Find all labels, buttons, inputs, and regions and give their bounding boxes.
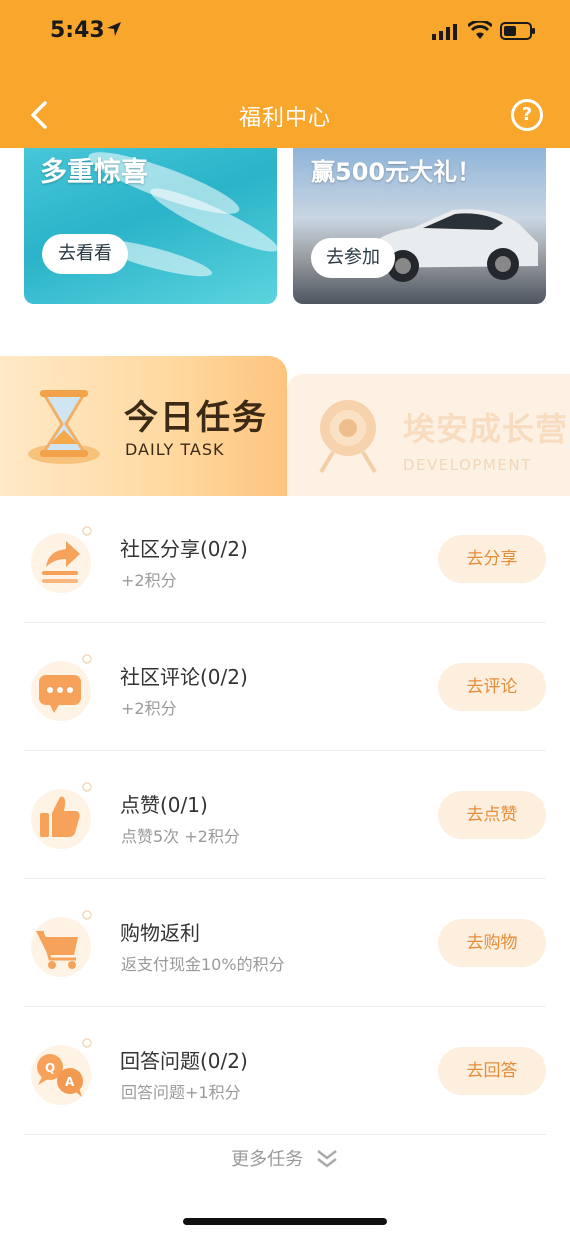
- tab-development-title: 埃安成长营: [403, 410, 569, 448]
- nav-bar: 福利中心 ?: [0, 90, 570, 144]
- task-shopping-button[interactable]: 去购物: [438, 919, 546, 967]
- task-like-button[interactable]: 去点赞: [438, 791, 546, 839]
- cell-signal-icon: [432, 24, 457, 40]
- task-name: 社区评论(0/2): [120, 665, 248, 689]
- tab-daily-subtitle: DAILY TASK: [125, 440, 225, 459]
- task-comment-button[interactable]: 去评论: [438, 663, 546, 711]
- battery-icon: [500, 22, 535, 40]
- task-share-button[interactable]: 去分享: [438, 535, 546, 583]
- status-bar: 5:43: [0, 0, 570, 62]
- task-item-like: 点赞(0/1) 点赞5次 +2积分 去点赞: [24, 751, 546, 879]
- more-tasks-label: 更多任务: [231, 1149, 304, 1170]
- target-icon: [319, 400, 377, 474]
- page-title: 福利中心: [238, 106, 331, 131]
- wifi-icon: [468, 21, 492, 39]
- task-item-share: 社区分享(0/2) +2积分 去分享: [24, 495, 546, 623]
- banner-title: 多重惊喜: [40, 157, 148, 188]
- location-arrow-icon: [107, 22, 121, 36]
- svg-text:A: A: [65, 1075, 75, 1089]
- banner-surprise[interactable]: 多重惊喜 去看看: [24, 148, 277, 304]
- task-tabs: 今日任务 DAILY TASK 埃安成长营 DEVELOPMENT: [0, 356, 570, 496]
- help-icon[interactable]: ?: [511, 99, 543, 131]
- cart-icon: [31, 910, 92, 977]
- task-list: 社区分享(0/2) +2积分 去分享 社区评论(0/2) +2积分 去评论 点赞…: [0, 495, 570, 1135]
- task-name: 回答问题(0/2): [120, 1049, 248, 1073]
- comment-icon: [31, 654, 92, 721]
- task-name: 点赞(0/1): [120, 793, 208, 817]
- tab-development-subtitle: DEVELOPMENT: [403, 456, 532, 474]
- task-name: 社区分享(0/2): [120, 537, 248, 561]
- task-reward: +2积分: [121, 571, 177, 590]
- home-indicator[interactable]: [183, 1218, 387, 1225]
- thumbs-up-icon: [31, 782, 92, 849]
- tab-development[interactable]: 埃安成长营 DEVELOPMENT: [287, 374, 570, 496]
- svg-text:Q: Q: [45, 1061, 55, 1075]
- task-name: 购物返利: [120, 921, 200, 945]
- banner-join-button[interactable]: 去参加: [311, 238, 395, 278]
- task-item-shopping: 购物返利 返支付现金10%的积分 去购物: [24, 879, 546, 1007]
- task-item-answer: Q A 回答问题(0/2) 回答问题+1积分 去回答: [24, 1007, 546, 1135]
- banner-go-button[interactable]: 去看看: [42, 234, 128, 274]
- header-bar: 5:43 福利中心 ?: [0, 0, 570, 148]
- task-reward: +2积分: [121, 699, 177, 718]
- hourglass-icon: [28, 390, 100, 464]
- task-item-comment: 社区评论(0/2) +2积分 去评论: [24, 623, 546, 751]
- tab-daily-title: 今日任务: [124, 398, 268, 438]
- banner-title: 赢500元大礼！: [311, 158, 482, 186]
- qa-icon: Q A: [31, 1038, 92, 1105]
- double-chevron-down-icon: [317, 1150, 337, 1168]
- task-reward: 返支付现金10%的积分: [121, 955, 285, 974]
- tab-daily-task[interactable]: 今日任务 DAILY TASK: [0, 356, 287, 496]
- task-reward: 点赞5次 +2积分: [121, 827, 240, 846]
- banner-prize[interactable]: 赢500元大礼！ 去参加: [293, 148, 546, 304]
- share-icon: [31, 526, 92, 593]
- task-answer-button[interactable]: 去回答: [438, 1047, 546, 1095]
- task-reward: 回答问题+1积分: [121, 1083, 241, 1102]
- status-time: 5:43: [50, 18, 105, 43]
- more-tasks-link[interactable]: 更多任务: [0, 1145, 570, 1171]
- screen: 5:43 福利中心 ? 多重惊喜 去看看 赢500元大礼！ 去参加 今日任务 D…: [0, 0, 570, 1235]
